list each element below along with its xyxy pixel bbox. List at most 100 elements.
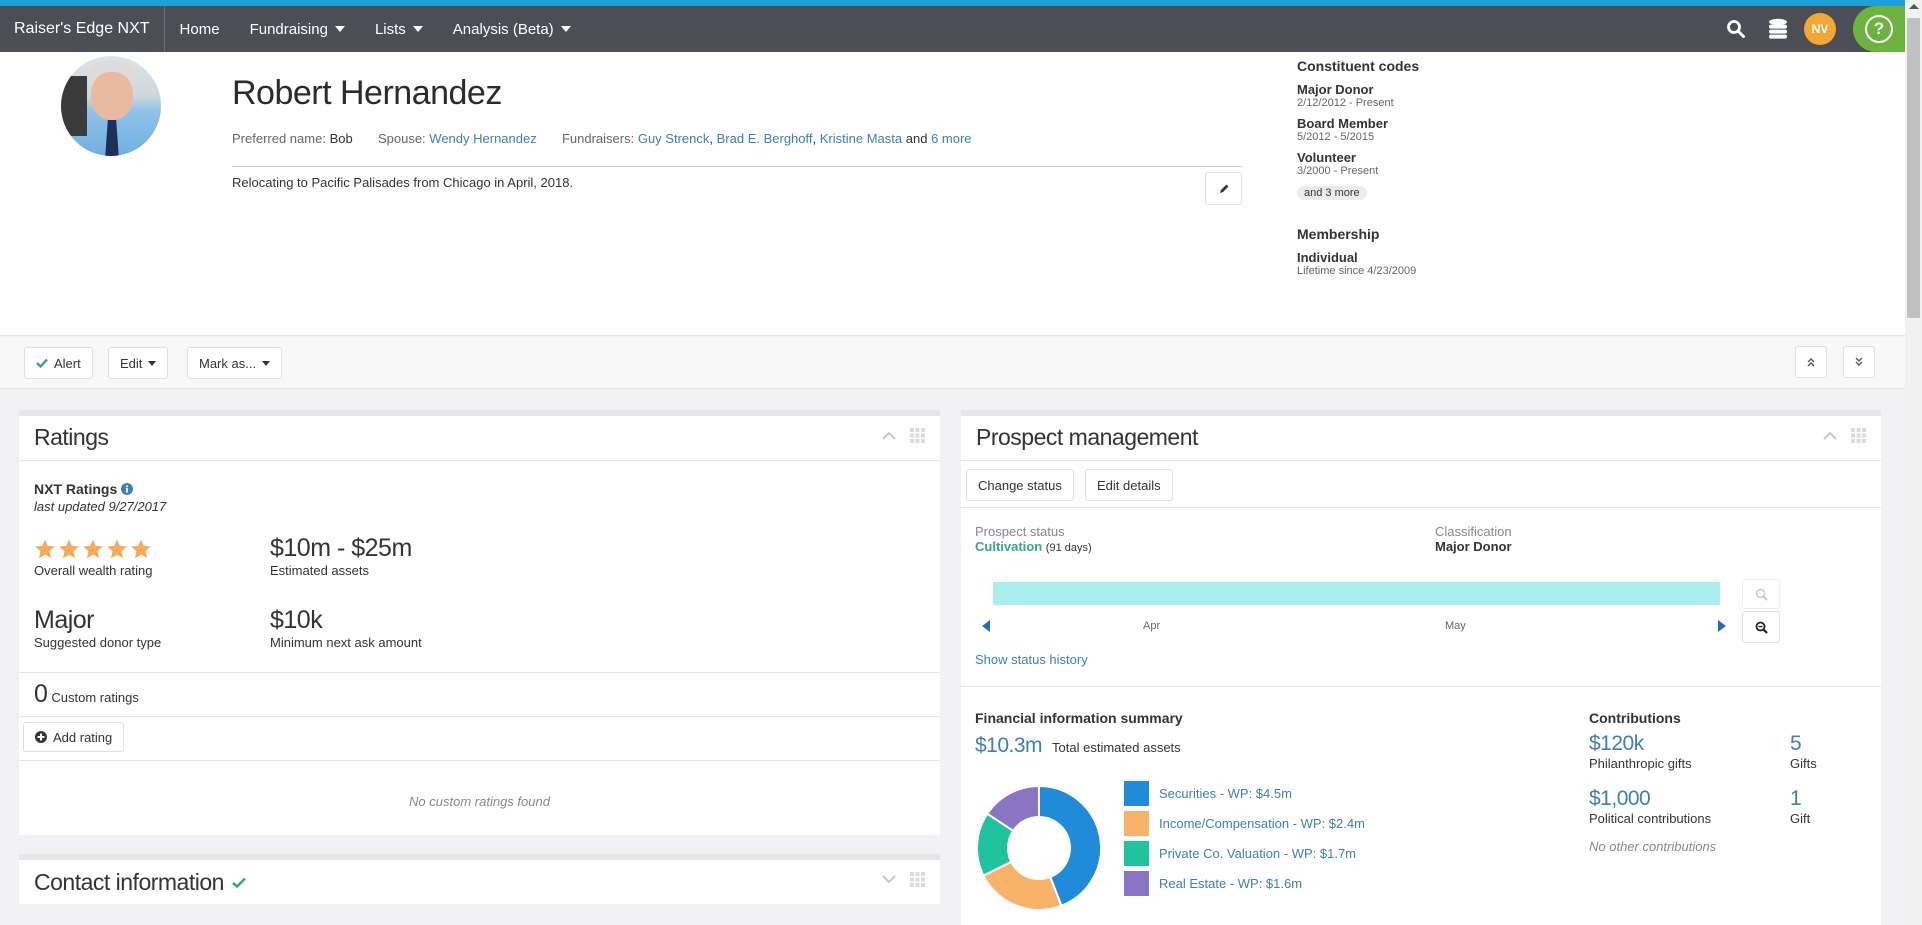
nav-lists[interactable]: Lists	[360, 21, 438, 38]
timeline-month-label: Apr	[1143, 620, 1161, 632]
spouse-label: Spouse:	[377, 131, 426, 146]
change-status-label: Change status	[978, 477, 1062, 493]
nav-lists-label: Lists	[374, 20, 406, 38]
alert-button[interactable]: Alert	[24, 347, 93, 379]
legend-item[interactable]: Real Estate - WP: $1.6m	[1124, 868, 1365, 898]
user-initials: NV	[1804, 13, 1836, 45]
estimated-assets-value: $10m - $25m	[270, 534, 412, 562]
edit-note-button[interactable]	[1205, 172, 1242, 205]
chevron-up-icon[interactable]	[882, 431, 896, 440]
check-icon	[232, 877, 246, 888]
help-button[interactable]: ?	[1853, 6, 1905, 52]
caret-down-icon	[334, 26, 345, 32]
alert-label: Alert	[54, 355, 81, 371]
show-status-history-link[interactable]: Show status history	[975, 652, 1088, 667]
constituent-codes-title: Constituent codes	[1297, 58, 1420, 74]
nav-fundraising[interactable]: Fundraising	[235, 21, 360, 38]
legend-item[interactable]: Private Co. Valuation - WP: $1.7m	[1124, 838, 1365, 868]
drag-grid-icon[interactable]	[910, 428, 925, 443]
help-icon: ?	[1865, 15, 1893, 43]
estimated-assets-label: Estimated assets	[270, 563, 369, 578]
page-scrollbar[interactable]	[1905, 0, 1922, 925]
legend-item[interactable]: Income/Compensation - WP: $2.4m	[1124, 808, 1365, 838]
min-ask-label: Minimum next ask amount	[270, 635, 422, 650]
search-icon[interactable]	[1715, 19, 1757, 39]
mark-as-menu-button[interactable]: Mark as...	[187, 347, 283, 379]
contact-information-title: Contact information	[34, 868, 224, 895]
add-rating-label: Add rating	[53, 729, 113, 745]
nav-analysis-label: Analysis (Beta)	[452, 20, 554, 38]
fundraiser-link[interactable]: Brad E. Berghoff	[717, 131, 813, 146]
info-icon[interactable]	[121, 483, 134, 495]
prospect-management-tile: Prospect management Change status Edit d…	[961, 410, 1881, 925]
constituent-header: Robert Hernandez Preferred name: Bob Spo…	[0, 52, 1905, 336]
edit-menu-button[interactable]: Edit	[108, 347, 169, 379]
contact-information-tile: Contact information	[19, 854, 940, 904]
legend-label[interactable]: Securities - WP: $4.5m	[1159, 786, 1292, 801]
nav-analysis[interactable]: Analysis (Beta)	[438, 21, 586, 38]
prospect-status-days: (91 days)	[1045, 542, 1092, 554]
preferred-name-value: Bob	[329, 131, 353, 146]
contribution-row: $1,000 Political contributions 1 Gift	[1589, 787, 1869, 839]
constituent-photo[interactable]	[61, 56, 161, 156]
database-icon[interactable]	[1757, 18, 1799, 40]
add-rating-button[interactable]: Add rating	[23, 722, 125, 752]
contribution-amount[interactable]: $1,000	[1589, 787, 1711, 811]
scroll-up-arrow-icon[interactable]	[1909, 4, 1919, 9]
assets-donut-chart	[976, 784, 1102, 911]
star-icon	[83, 539, 103, 559]
constituent-meta: Preferred name: Bob Spouse: Wendy Hernan…	[232, 131, 972, 146]
collapse-all-button[interactable]	[1795, 346, 1827, 378]
legend-label[interactable]: Private Co. Valuation - WP: $1.7m	[1159, 846, 1356, 861]
chevron-up-icon[interactable]	[1823, 431, 1837, 440]
code-dates: 2/12/2012 - Present	[1297, 97, 1394, 109]
membership-title: Membership	[1297, 226, 1380, 242]
classification-label: Classification	[1435, 524, 1512, 539]
prospect-management-title: Prospect management	[976, 424, 1198, 450]
legend-swatch	[1124, 840, 1149, 866]
timeline-prev-arrow-icon[interactable]	[982, 620, 990, 632]
drag-grid-icon[interactable]	[1851, 428, 1866, 443]
classification-value: Major Donor	[1435, 539, 1512, 554]
user-avatar-button[interactable]: NV	[1799, 13, 1841, 45]
legend-item[interactable]: Securities - WP: $4.5m	[1124, 778, 1365, 808]
custom-ratings-count: 0	[34, 680, 48, 708]
mark-as-label: Mark as...	[199, 355, 257, 371]
spouse-link[interactable]: Wendy Hernandez	[429, 131, 536, 146]
edit-label: Edit	[120, 355, 143, 371]
ratings-tile: Ratings NXT Ratings last updated 9/27/20…	[19, 410, 940, 835]
zoom-in-button[interactable]	[1742, 579, 1780, 609]
nav-home[interactable]: Home	[165, 21, 235, 38]
zoom-out-button[interactable]	[1742, 611, 1780, 643]
top-navbar: Raiser's Edge NXT Home Fundraising Lists…	[0, 6, 1905, 52]
action-bar: Alert Edit Mark as...	[0, 337, 1905, 389]
scrollbar-thumb[interactable]	[1907, 18, 1920, 318]
star-icon	[59, 539, 79, 559]
drag-grid-icon[interactable]	[910, 872, 925, 887]
edit-details-button[interactable]: Edit details	[1085, 469, 1173, 501]
legend-label[interactable]: Real Estate - WP: $1.6m	[1159, 876, 1302, 891]
fundraiser-link[interactable]: Guy Strenck	[638, 131, 710, 146]
legend-label[interactable]: Income/Compensation - WP: $2.4m	[1159, 816, 1365, 831]
constituent-note: Relocating to Pacific Palisades from Chi…	[232, 175, 574, 190]
caret-down-icon	[412, 26, 423, 32]
zoom-in-icon	[1755, 588, 1768, 601]
fundraiser-link[interactable]: Kristine Masta	[820, 131, 902, 146]
contribution-amount[interactable]: $120k	[1589, 732, 1692, 756]
brand-logo[interactable]: Raiser's Edge NXT	[0, 6, 165, 52]
codes-more-button[interactable]: and 3 more	[1297, 186, 1367, 200]
star-icon	[107, 539, 127, 559]
timeline-next-arrow-icon[interactable]	[1718, 620, 1726, 632]
divider	[232, 166, 1242, 167]
min-ask-value: $10k	[270, 606, 323, 634]
plus-circle-icon	[35, 731, 47, 743]
expand-all-button[interactable]	[1843, 346, 1875, 378]
donor-type-value: Major	[34, 606, 95, 634]
no-other-contributions: No other contributions	[1589, 839, 1717, 854]
change-status-button[interactable]: Change status	[966, 469, 1074, 501]
fundraisers-more-link[interactable]: 6 more	[931, 131, 971, 146]
wealth-rating-label: Overall wealth rating	[34, 563, 153, 578]
contribution-count[interactable]: 5	[1790, 732, 1817, 756]
contribution-count[interactable]: 1	[1790, 787, 1810, 811]
chevron-down-icon[interactable]	[882, 875, 896, 884]
